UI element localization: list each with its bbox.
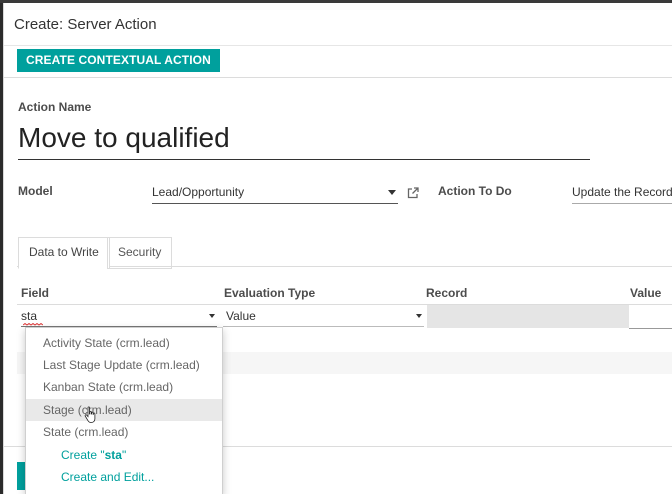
dropdown-caret-icon <box>388 190 396 195</box>
record-cell <box>427 305 629 328</box>
dropdown-option[interactable]: Kanban State (crm.lead) <box>26 376 222 398</box>
field-autocomplete-dropdown: Activity State (crm.lead) Last Stage Upd… <box>25 327 223 494</box>
dropdown-option[interactable]: State (crm.lead) <box>26 421 222 443</box>
create-option-prefix: Create " <box>61 448 105 462</box>
dropdown-caret-icon <box>416 314 422 318</box>
create-contextual-action-button[interactable]: CREATE CONTEXTUAL ACTION <box>17 49 220 72</box>
column-header-record[interactable]: Record <box>426 286 467 300</box>
action-to-do-label: Action To Do <box>438 184 512 198</box>
evaluation-type-value: Value <box>226 309 256 323</box>
model-label: Model <box>18 184 53 198</box>
create-option[interactable]: Create "sta" <box>61 444 126 466</box>
field-input-value: sta <box>21 309 38 323</box>
create-and-edit-option[interactable]: Create and Edit... <box>61 466 154 488</box>
create-option-suffix: " <box>121 448 127 462</box>
external-link-icon[interactable] <box>406 186 420 200</box>
value-input[interactable] <box>629 305 672 329</box>
tab-security[interactable]: Security <box>107 237 173 269</box>
action-to-do-value: Update the Record <box>572 185 672 199</box>
action-name-label: Action Name <box>18 100 92 114</box>
tab-data-to-write[interactable]: Data to Write <box>18 237 110 269</box>
toolbar-divider <box>4 77 672 78</box>
dropdown-option[interactable]: Activity State (crm.lead) <box>26 332 222 354</box>
modal-title: Create: Server Action <box>14 16 157 33</box>
action-to-do-select[interactable]: Update the Record <box>572 183 672 204</box>
spellcheck-underline <box>23 323 43 326</box>
model-select-value: Lead/Opportunity <box>152 185 245 199</box>
column-header-value[interactable]: Value <box>630 286 661 300</box>
field-autocomplete-input[interactable]: sta <box>21 306 217 327</box>
dropdown-option-hovered[interactable]: Stage (crm.lead) <box>26 399 222 421</box>
column-header-field[interactable]: Field <box>21 286 49 300</box>
evaluation-type-select[interactable]: Value <box>223 306 424 327</box>
modal-header: Create: Server Action <box>4 3 672 46</box>
create-option-term: sta <box>104 448 122 462</box>
server-action-modal: Create: Server Action CREATE CONTEXTUAL … <box>3 3 672 494</box>
column-header-evaluation-type[interactable]: Evaluation Type <box>224 286 315 300</box>
dropdown-caret-icon <box>209 314 215 318</box>
action-name-input[interactable]: Move to qualified <box>18 119 590 160</box>
dropdown-option[interactable]: Last Stage Update (crm.lead) <box>26 354 222 376</box>
hand-pointer-cursor <box>84 406 96 423</box>
model-select[interactable]: Lead/Opportunity <box>152 183 398 204</box>
